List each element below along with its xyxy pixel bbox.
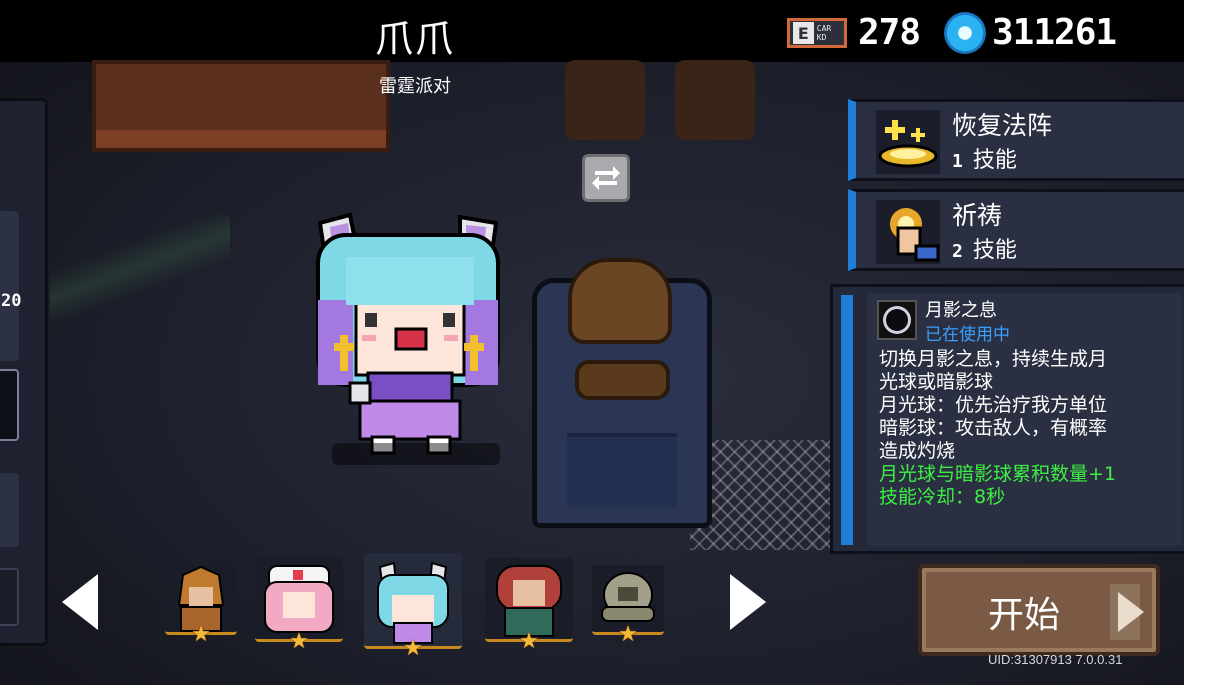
star-icon: ★ (519, 629, 539, 654)
swap-skin-button[interactable] (582, 154, 630, 202)
arrow-right-icon (730, 574, 766, 630)
weapon-name: 月影之息 (925, 300, 997, 321)
star-icon: ★ (618, 622, 638, 647)
skill-level-label: 技能 (972, 148, 1017, 173)
hero-skin-name: 雷霆派对 (379, 76, 451, 97)
weapon-detail-card[interactable]: 月影之息 已在使用中 切换月影之息，持续生成月 光球或暗影球 月光球：优先治疗我… (830, 284, 1184, 554)
character-slot-1[interactable]: ★ (165, 565, 237, 646)
e-card-small-text: CAR KD (816, 24, 832, 42)
character-slot-4[interactable]: ★ (485, 558, 573, 653)
skill-level: 1 技能 (952, 142, 1017, 174)
description-line: 造成灼烧 (879, 440, 956, 462)
weapon-description: 切换月影之息，持续生成月 光球或暗影球 月光球：优先治疗我方单位 暗影球：攻击敌… (879, 348, 1147, 509)
left-panel-button[interactable] (0, 568, 19, 626)
skill-level-label: 技能 (972, 238, 1017, 263)
skill-card-1[interactable]: 恢复法阵 1 技能 (848, 99, 1184, 181)
bonus-line: 月光球与暗影球累积数量+1 (879, 463, 1117, 485)
star-icon: ★ (191, 622, 211, 647)
gem-count: 311261 (992, 12, 1117, 53)
skill-name: 恢复法阵 (952, 111, 1053, 140)
character-slot-5[interactable]: ★ (592, 565, 664, 646)
description-line: 切换月影之息，持续生成月 (879, 348, 1108, 370)
skill-name: 祈祷 (952, 201, 1003, 230)
character-slot-2[interactable]: ★ (255, 558, 343, 653)
dark-moon-orb-icon (877, 300, 917, 340)
skill-level-number: 2 (952, 241, 963, 262)
barrel-prop (675, 60, 755, 140)
barrel-prop (565, 60, 645, 140)
swap-icon (592, 166, 620, 190)
left-panel-card (0, 211, 19, 361)
sack-prop (568, 258, 672, 344)
left-info-panel: 20 (0, 98, 48, 646)
spider-web-decoration (690, 440, 850, 550)
e-card-letter: E (793, 22, 814, 44)
description-line: 暗影球：攻击敌人，有概率 (879, 417, 1108, 439)
cat-girl-sprite-icon (316, 212, 500, 455)
hero-name: 爪爪 (374, 17, 455, 61)
screen-edge-bar (1184, 0, 1220, 685)
skill-card-2[interactable]: 祈祷 2 技能 (848, 189, 1184, 271)
hero-shadow (332, 443, 500, 465)
left-panel-card (0, 473, 19, 547)
skill-level: 2 技能 (952, 232, 1017, 264)
e-card-count: 278 (858, 12, 921, 53)
description-line: 光球或暗影球 (879, 371, 994, 393)
start-button-label: 开始 (988, 595, 1061, 636)
next-character-button[interactable] (728, 572, 768, 632)
left-panel-slot[interactable] (0, 369, 19, 441)
left-panel-value: 20 (1, 291, 22, 311)
game-scene: 爪爪 雷霆派对 E CAR KD 278 311261 20 恢复法阵 1 技能… (0, 0, 1184, 685)
sack-prop (575, 360, 670, 400)
star-icon: ★ (403, 636, 423, 661)
start-button[interactable]: 开始 (918, 564, 1160, 656)
cyan-cat-girl-portrait-icon (377, 561, 449, 644)
uid-version-text: UID:31307913 7.0.0.31 (988, 652, 1123, 667)
prev-character-button[interactable] (60, 572, 100, 632)
skill-level-number: 1 (952, 151, 963, 172)
vines-decoration (50, 215, 230, 335)
praying-hands-icon (876, 200, 940, 264)
play-triangle-icon (1118, 592, 1144, 632)
card-accent-strip (841, 295, 853, 545)
bonus-line: 技能冷却：8秒 (879, 486, 1006, 508)
arrow-left-icon (62, 574, 98, 630)
weapon-status: 已在使用中 (925, 325, 1010, 345)
e-card-icon: E CAR KD (787, 18, 847, 48)
character-slot-3-selected[interactable]: ★ (364, 553, 462, 660)
hero-character-sprite (310, 205, 510, 465)
description-line: 月光球：优先治疗我方单位 (879, 394, 1108, 416)
golden-healing-circle-icon (876, 110, 940, 174)
blue-gem-icon (944, 12, 986, 54)
star-icon: ★ (289, 629, 309, 654)
